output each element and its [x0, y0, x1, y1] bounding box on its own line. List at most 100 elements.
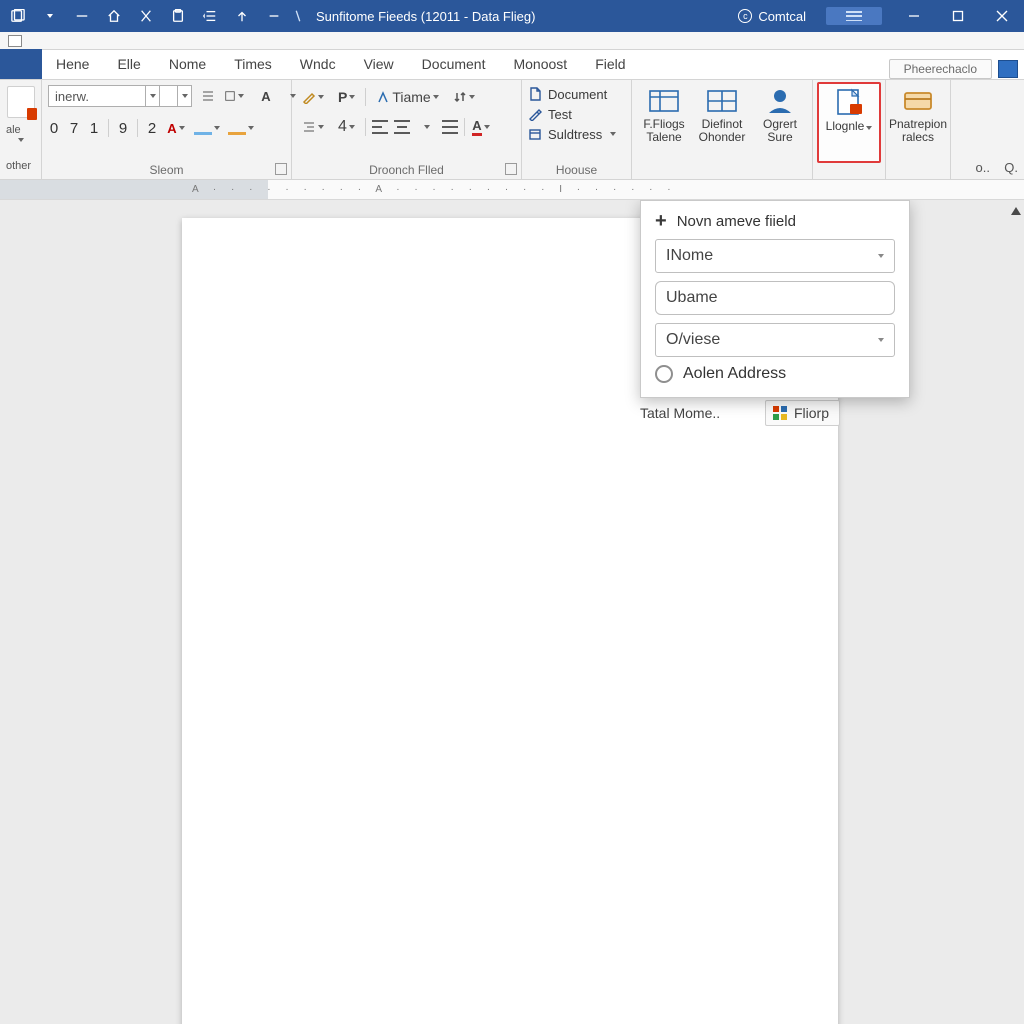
- llognle-button[interactable]: Llognle: [821, 86, 877, 133]
- big-label: Pnatrepion: [889, 117, 947, 131]
- ubame-input[interactable]: Ubame: [655, 281, 895, 315]
- tatal-row: Tatal Mome.. Fliorp: [640, 400, 840, 426]
- size-option[interactable]: 7: [68, 120, 80, 137]
- separator: [464, 118, 465, 136]
- card-icon: [900, 86, 936, 116]
- plus-icon: +: [655, 211, 667, 231]
- window-close[interactable]: [980, 0, 1024, 32]
- pheerechaclo-button[interactable]: Pheerechaclo: [889, 59, 992, 79]
- titlebar: Sunfitome Fieeds (12011 - Data Flieg) c …: [0, 0, 1024, 32]
- fill-icon[interactable]: [228, 117, 254, 139]
- size-option[interactable]: 2: [146, 120, 158, 137]
- font-name-combo[interactable]: inerw.: [48, 84, 192, 108]
- subbar-box-icon[interactable]: [8, 35, 22, 47]
- diefinot-button[interactable]: DiefinotOhonder: [696, 84, 748, 163]
- window-minimize[interactable]: [892, 0, 936, 32]
- big-label: Diefinot: [702, 117, 743, 131]
- indent-decrease-icon[interactable]: [196, 4, 224, 28]
- align-center-icon[interactable]: [394, 120, 410, 134]
- ribbon-group-clipboard: ale other: [0, 80, 42, 179]
- big-label: Sure: [767, 130, 792, 144]
- indent-icon[interactable]: [298, 116, 328, 138]
- ruler-marker-icon[interactable]: [1008, 200, 1024, 222]
- menu-tab[interactable]: Wndc: [286, 49, 350, 79]
- tiame-button[interactable]: Tiame: [372, 86, 442, 108]
- tatal-label: Tatal Mome..: [640, 405, 755, 421]
- menu-tab[interactable]: Elle: [103, 49, 154, 79]
- hamburger-icon: [846, 11, 862, 21]
- clipboard-icon[interactable]: [7, 86, 35, 118]
- suldtress-item[interactable]: Suldtress: [528, 124, 625, 144]
- dialog-launcher-icon[interactable]: [275, 163, 287, 175]
- chevron-down-icon[interactable]: [146, 85, 160, 107]
- size-option[interactable]: 1: [88, 120, 100, 137]
- qat-dash-icon[interactable]: [260, 4, 288, 28]
- cut-icon[interactable]: [132, 4, 160, 28]
- oviese-select[interactable]: O/viese: [655, 323, 895, 357]
- highlight-icon[interactable]: [194, 117, 220, 139]
- window-maximize[interactable]: [936, 0, 980, 32]
- ogrert-button[interactable]: OgrertSure: [754, 84, 806, 163]
- fliorp-chip[interactable]: Fliorp: [765, 400, 840, 426]
- item-label: Test: [548, 107, 572, 122]
- grid-icon: [704, 86, 740, 116]
- indent-increase-icon[interactable]: [228, 4, 256, 28]
- chevron-down-icon: [878, 338, 884, 342]
- paste-icon[interactable]: [164, 4, 192, 28]
- ribbon-group-house: Document Test Suldtress Hoouse: [522, 80, 632, 179]
- group-label: Hoouse: [522, 163, 631, 177]
- document-item[interactable]: Document: [528, 84, 625, 104]
- list-icon[interactable]: [198, 85, 218, 107]
- chevron-down-icon[interactable]: [18, 138, 24, 142]
- highlighted-llognle: Llognle: [817, 82, 881, 163]
- account-icon: c: [738, 9, 752, 23]
- p-button[interactable]: P: [334, 86, 359, 108]
- search-icon[interactable]: Q.: [1004, 160, 1018, 175]
- pnatrepion-button[interactable]: Pnatrepionralecs: [892, 84, 944, 163]
- menu-tab[interactable]: Document: [408, 49, 500, 79]
- menu-tab[interactable]: Hene: [42, 49, 103, 79]
- menu-tab[interactable]: Field: [581, 49, 639, 79]
- chevron-down-icon: [878, 254, 884, 258]
- menu-tab[interactable]: View: [350, 49, 408, 79]
- size-option[interactable]: 9: [117, 120, 129, 137]
- align-left-icon[interactable]: [372, 120, 388, 134]
- grid-color-icon: [772, 405, 788, 421]
- menu-tab[interactable]: Nome: [155, 49, 220, 79]
- menu-tabs: Hene Elle Nome Times Wndc View Document …: [0, 50, 1024, 80]
- brush-icon[interactable]: [298, 86, 328, 108]
- font-grow-icon[interactable]: A: [256, 85, 276, 107]
- menu-tab[interactable]: Times: [220, 49, 286, 79]
- big-label: Llognle: [826, 119, 865, 133]
- file-tab[interactable]: [0, 49, 42, 79]
- ribbon: ale other inerw. A 0 7 1 9 2 A: [0, 80, 1024, 180]
- sort-icon[interactable]: [449, 86, 479, 108]
- chevron-down-icon[interactable]: [178, 85, 192, 107]
- inome-select[interactable]: INome: [655, 239, 895, 273]
- test-item[interactable]: Test: [528, 104, 625, 124]
- ribbon-display-options[interactable]: [826, 7, 882, 25]
- group-label: Sleom: [42, 163, 291, 177]
- account-button[interactable]: c Comtcal: [728, 9, 816, 24]
- ruler-scale[interactable]: A · · · · · · · · · A · · · · · · · · · …: [182, 180, 1024, 199]
- tabs-right: Pheerechaclo: [889, 59, 1024, 79]
- box-icon[interactable]: [224, 85, 244, 107]
- separator: [365, 88, 366, 106]
- size-option[interactable]: 0: [48, 120, 60, 137]
- align-justify-icon[interactable]: [442, 120, 458, 134]
- fliogs-button[interactable]: F.FliogsTalene: [638, 84, 690, 163]
- share-icon[interactable]: [998, 60, 1018, 78]
- dialog-launcher-icon[interactable]: [505, 163, 517, 175]
- home-icon[interactable]: [100, 4, 128, 28]
- menu-tab[interactable]: Monoost: [499, 49, 581, 79]
- num-button[interactable]: 4: [334, 116, 359, 138]
- font-color-icon[interactable]: A: [166, 117, 186, 139]
- qat-minus-icon[interactable]: [68, 4, 96, 28]
- aolen-address-radio[interactable]: Aolen Address: [655, 365, 895, 383]
- app-icon[interactable]: [4, 4, 32, 28]
- chevron-down-icon[interactable]: [416, 116, 436, 138]
- document-badge-icon: [831, 88, 867, 118]
- table-icon: [646, 86, 682, 116]
- text-color-icon[interactable]: A: [471, 116, 491, 138]
- qat-dropdown-icon[interactable]: [36, 4, 64, 28]
